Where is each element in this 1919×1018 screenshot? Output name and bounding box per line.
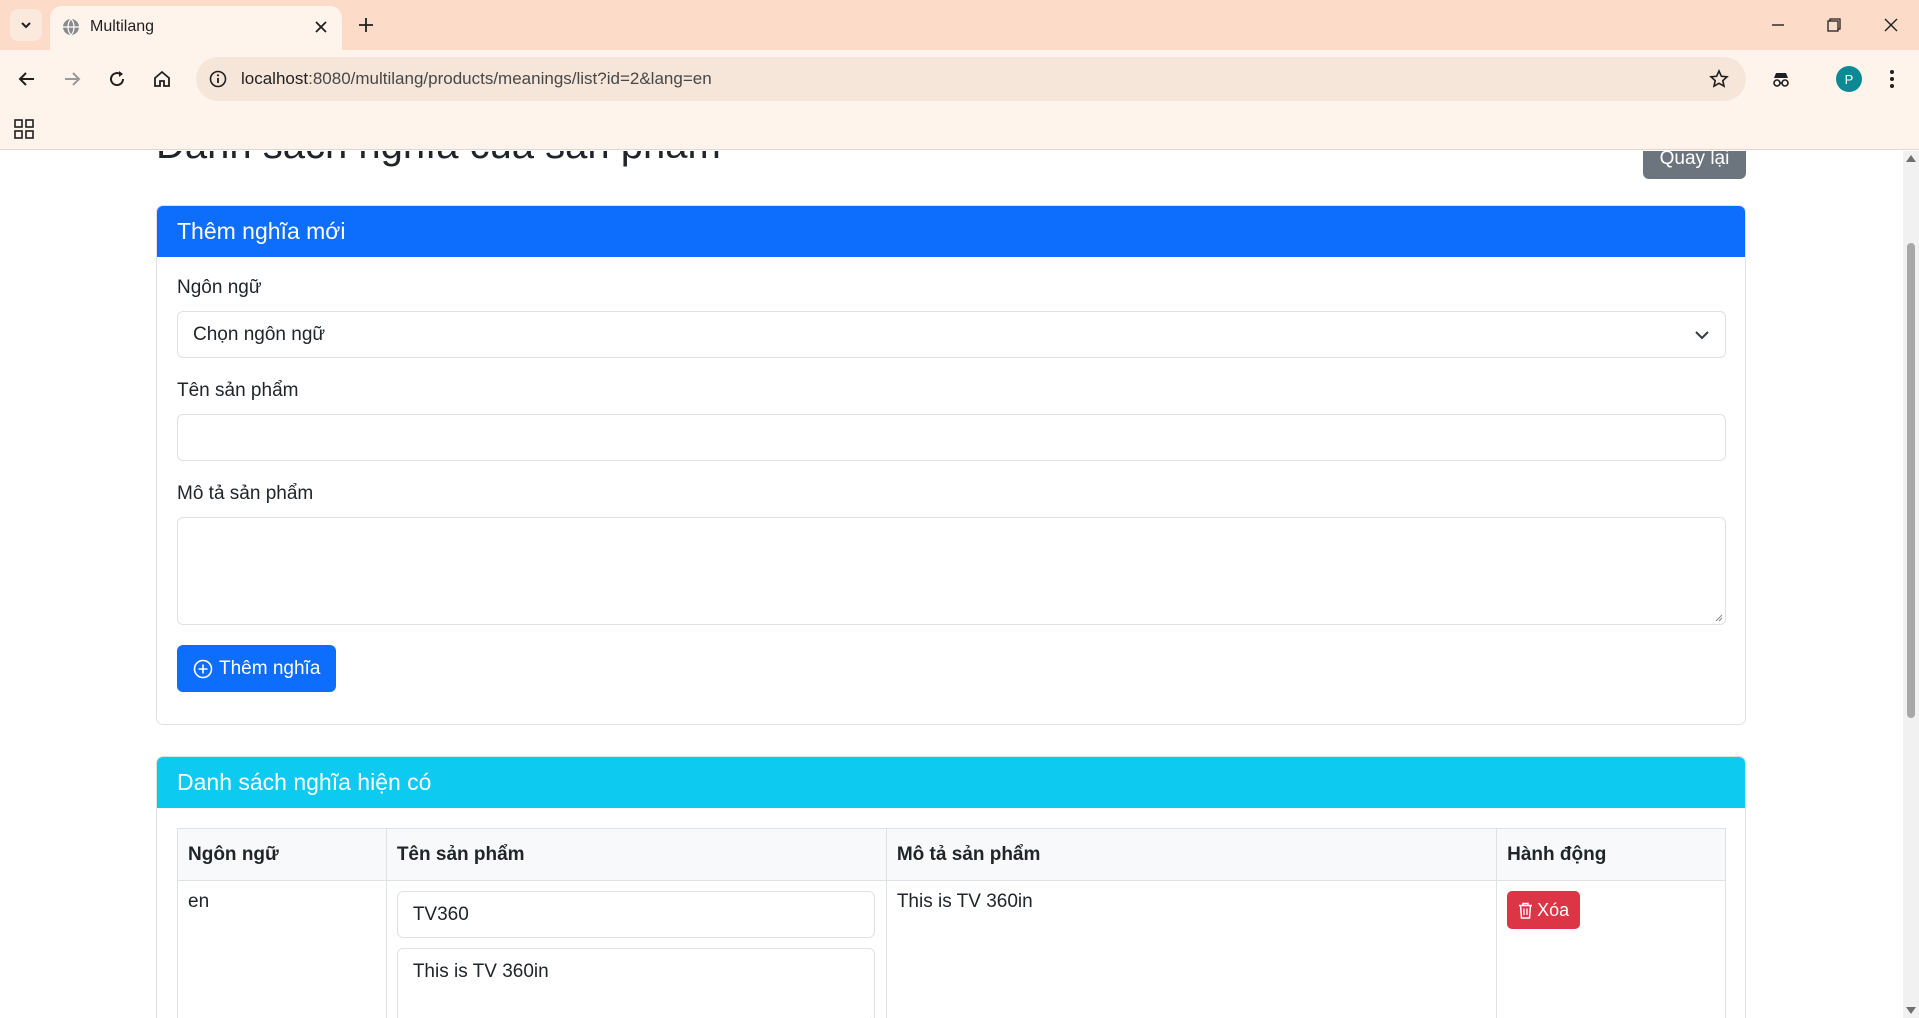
close-window-icon[interactable] (1871, 8, 1911, 42)
add-meaning-card-header: Thêm nghĩa mới (157, 206, 1745, 257)
row-edit-cell: TV360 This is TV 360in (385, 880, 887, 1018)
table-header-row: Ngôn ngữ Tên sản phẩm Mô tả sản phẩm Hàn… (177, 828, 1726, 881)
product-description-label: Mô tả sản phẩm (177, 483, 314, 504)
add-meaning-card: Thêm nghĩa mới Ngôn ngữ Chọn ngôn ngữ Tê… (156, 205, 1746, 725)
row-description-textarea-value: This is TV 360in (412, 961, 549, 982)
product-description-textarea[interactable] (177, 517, 1726, 625)
browser-tab[interactable]: Multilang (50, 6, 342, 50)
reload-icon[interactable] (99, 61, 135, 97)
close-tab-icon[interactable] (310, 16, 332, 38)
apps-grid-icon[interactable] (12, 117, 36, 141)
restore-icon[interactable] (1814, 8, 1854, 42)
meanings-table: Ngôn ngữ Tên sản phẩm Mô tả sản phẩm Hàn… (177, 828, 1726, 1018)
page-title: Danh sách nghĩa của sản phẩm (156, 151, 721, 168)
browser-toolbar: localhost:8080/multilang/products/meanin… (0, 50, 1919, 108)
add-meaning-button[interactable]: Thêm nghĩa (177, 645, 337, 692)
meanings-list-card-header: Danh sách nghĩa hiện có (157, 757, 1745, 808)
row-description: This is TV 360in (885, 880, 1498, 1018)
url-host: localhost (241, 69, 309, 88)
column-header-actions: Hành động (1496, 828, 1726, 881)
language-select-value: Chọn ngôn ngữ (193, 323, 326, 345)
column-header-name: Tên sản phẩm (385, 828, 887, 881)
resize-handle-icon[interactable] (1713, 612, 1723, 622)
incognito-icon[interactable] (1763, 61, 1799, 97)
scroll-up-arrow-icon[interactable] (1906, 155, 1916, 162)
globe-icon (63, 18, 79, 36)
scrollbar-thumb[interactable] (1907, 243, 1915, 718)
meanings-list-card: Danh sách nghĩa hiện có Ngôn ngữ Tên sản… (156, 756, 1746, 1018)
new-tab-plus-icon[interactable] (350, 9, 382, 41)
bookmark-star-icon[interactable] (1706, 66, 1732, 92)
scroll-down-arrow-icon[interactable] (1906, 1007, 1916, 1014)
more-menu-icon[interactable] (1874, 61, 1910, 97)
language-label: Ngôn ngữ (177, 277, 262, 298)
plus-circle-icon (193, 659, 213, 678)
page-scrollbar[interactable] (1903, 151, 1919, 1018)
product-name-label: Tên sản phẩm (177, 380, 299, 401)
site-info-icon[interactable] (206, 67, 230, 91)
row-name-input[interactable]: TV360 (396, 891, 875, 938)
delete-button-label: Xóa (1537, 899, 1570, 920)
row-description-textarea[interactable]: This is TV 360in (396, 948, 875, 1018)
url-text: localhost:8080/multilang/products/meanin… (241, 69, 712, 89)
back-arrow-icon[interactable] (9, 61, 45, 97)
address-bar[interactable]: localhost:8080/multilang/products/meanin… (196, 57, 1746, 101)
bookmarks-bar (0, 108, 1919, 150)
tab-search-chevron-icon[interactable] (10, 9, 42, 41)
browser-tab-bar: Multilang (0, 0, 1919, 50)
row-language: en (177, 880, 387, 1018)
chevron-down-icon (1695, 331, 1709, 340)
url-path: :8080/multilang/products/meanings/list?i… (308, 69, 712, 88)
product-name-input[interactable] (177, 414, 1726, 461)
page-viewport: Danh sách nghĩa của sản phẩm Quay lại Th… (0, 151, 1903, 1018)
home-icon[interactable] (144, 61, 180, 97)
table-row: en TV360 This is TV 360in This is TV 360… (177, 880, 1726, 1018)
tab-title: Multilang (90, 18, 155, 35)
language-select[interactable]: Chọn ngôn ngữ (177, 311, 1726, 358)
trash-icon (1519, 902, 1533, 919)
delete-button[interactable]: Xóa (1507, 891, 1581, 929)
column-header-description: Mô tả sản phẩm (885, 828, 1498, 881)
add-meaning-button-label: Thêm nghĩa (219, 657, 321, 679)
profile-avatar[interactable]: P (1836, 66, 1862, 92)
back-button[interactable]: Quay lại (1643, 151, 1746, 179)
forward-arrow-icon[interactable] (54, 61, 90, 97)
minimize-icon[interactable] (1758, 8, 1798, 42)
row-actions: Xóa (1496, 880, 1726, 1018)
column-header-language: Ngôn ngữ (177, 828, 387, 881)
